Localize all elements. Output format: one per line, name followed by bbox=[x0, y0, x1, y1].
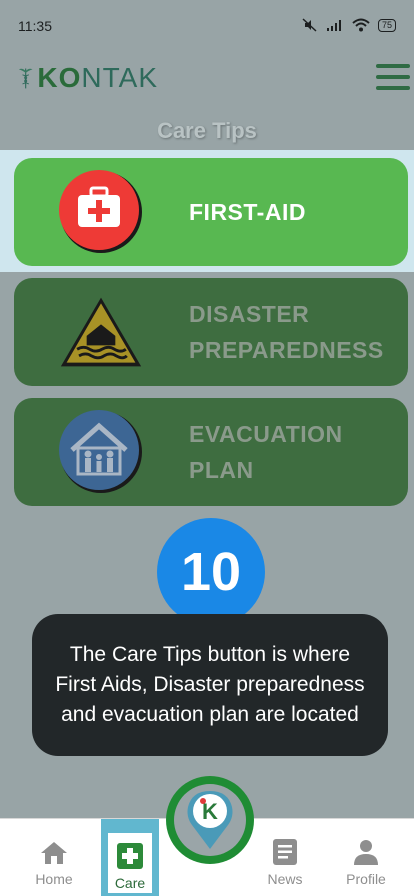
center-map-button[interactable]: K bbox=[166, 776, 254, 864]
wifi-icon bbox=[352, 18, 370, 32]
disaster-preparedness-card[interactable]: DISASTER PREPAREDNESS bbox=[14, 278, 408, 386]
caduceus-icon bbox=[18, 68, 33, 89]
page-title: Care Tips bbox=[157, 118, 257, 143]
mute-icon bbox=[302, 18, 317, 32]
medical-cross-icon bbox=[117, 843, 143, 869]
flood-warning-icon bbox=[58, 292, 144, 372]
nav-news-label: News bbox=[267, 871, 303, 887]
nav-care-label: Care bbox=[114, 875, 146, 891]
location-pin-icon: K bbox=[187, 791, 233, 849]
tutorial-tooltip[interactable]: The Care Tips button is where First Aids… bbox=[32, 614, 388, 756]
nav-profile[interactable]: Profile bbox=[338, 819, 394, 896]
family-shelter-icon bbox=[58, 410, 144, 493]
status-icons: 75 bbox=[302, 18, 396, 32]
nav-home[interactable]: Home bbox=[26, 819, 82, 896]
hamburger-menu-icon[interactable] bbox=[376, 64, 410, 90]
nav-profile-label: Profile bbox=[346, 871, 386, 887]
tutorial-step-badge: 10 bbox=[157, 518, 265, 626]
center-button-face: K bbox=[174, 784, 246, 856]
first-aid-kit-icon bbox=[58, 170, 144, 253]
first-aid-label: FIRST-AID bbox=[189, 199, 306, 225]
first-aid-card[interactable]: FIRST-AID bbox=[14, 158, 408, 266]
app-logo: KONTAK bbox=[18, 52, 158, 104]
tutorial-message: The Care Tips button is where First Aids… bbox=[55, 643, 365, 726]
news-icon bbox=[273, 839, 297, 865]
status-bar: 11:35 75 bbox=[0, 0, 414, 48]
nav-news[interactable]: News bbox=[257, 819, 313, 896]
signal-icon bbox=[326, 20, 341, 31]
evacuation-plan-label: EVACUATION PLAN bbox=[189, 421, 343, 483]
nav-home-label: Home bbox=[35, 871, 73, 887]
status-time: 11:35 bbox=[18, 18, 52, 34]
person-icon bbox=[354, 840, 378, 865]
app-header: KONTAK bbox=[0, 48, 414, 108]
logo-wordmark: KONTAK bbox=[37, 62, 158, 93]
disaster-preparedness-label: DISASTER PREPAREDNESS bbox=[189, 301, 384, 363]
nav-care-highlight: Care bbox=[108, 833, 152, 893]
home-icon bbox=[41, 842, 67, 864]
nav-care[interactable]: Care bbox=[101, 819, 159, 896]
evacuation-plan-card[interactable]: EVACUATION PLAN bbox=[14, 398, 408, 506]
battery-indicator: 75 bbox=[377, 18, 396, 32]
